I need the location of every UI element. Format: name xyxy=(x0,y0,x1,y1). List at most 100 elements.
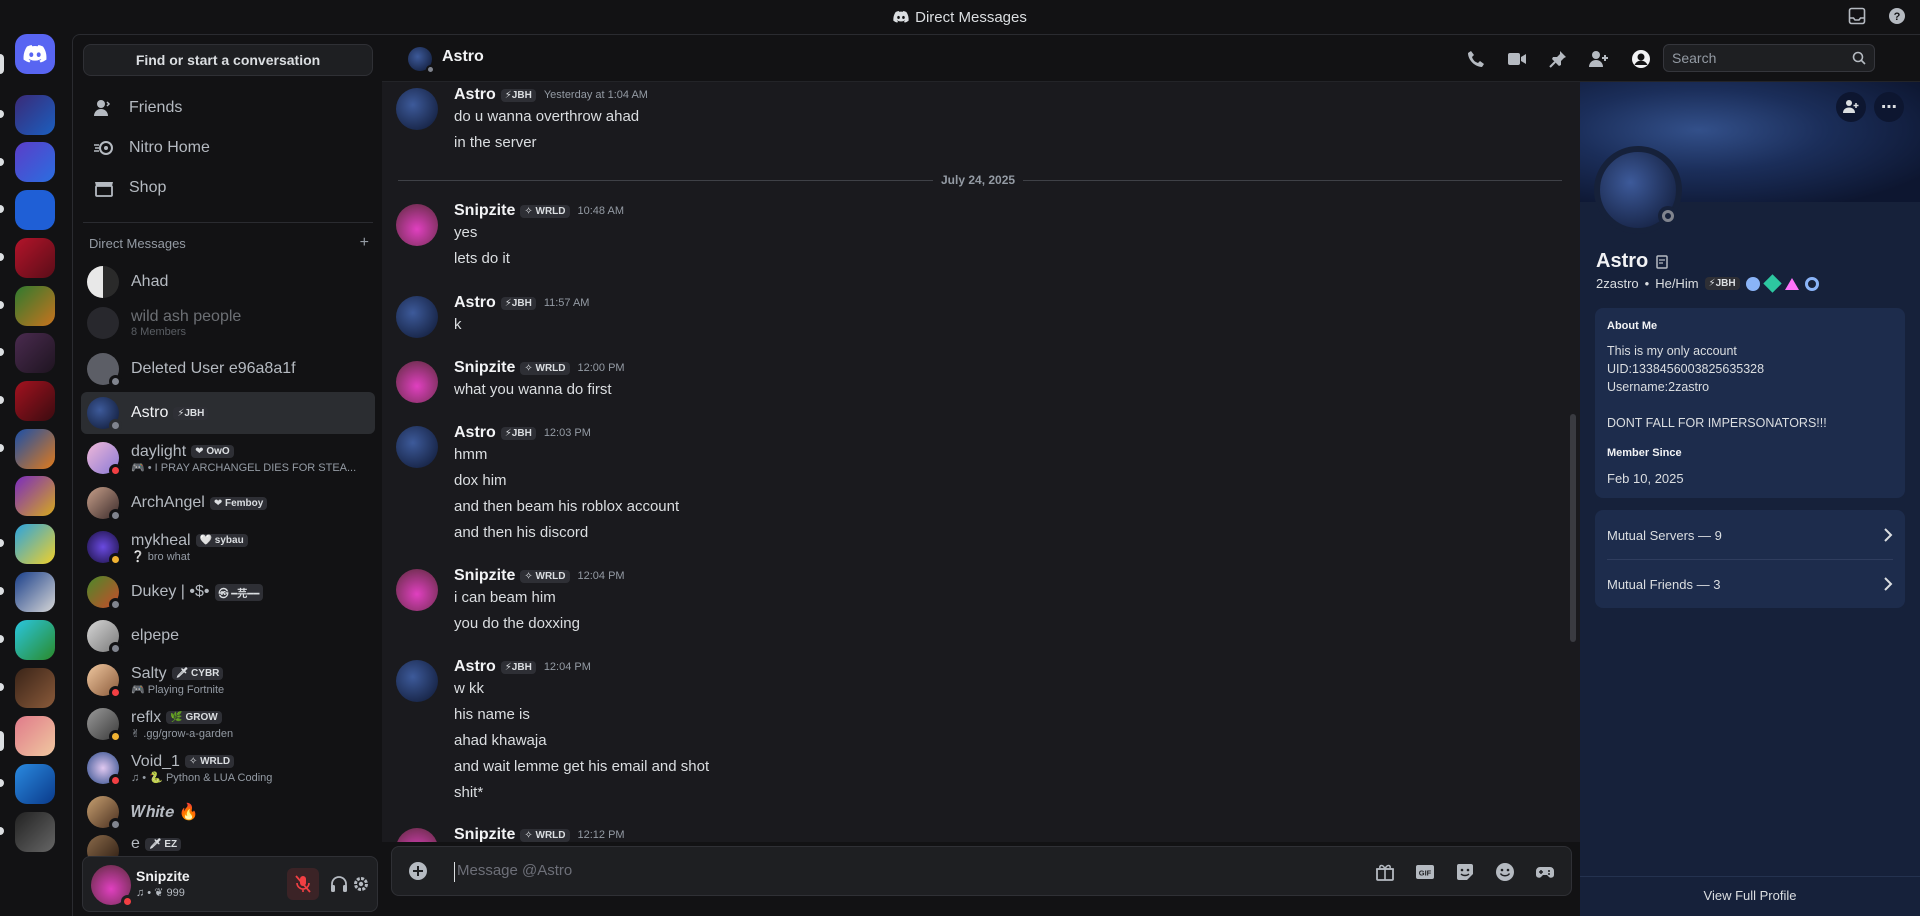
scrollbar-thumb[interactable] xyxy=(1570,414,1576,642)
server-icon[interactable] xyxy=(15,286,55,326)
server-icon[interactable] xyxy=(15,333,55,373)
activities-gamepad-icon[interactable] xyxy=(1535,862,1555,882)
dm-item-daylight[interactable]: daylight ❤ OwO 🎮 • I PRAY ARCHANGEL DIES F… xyxy=(81,437,375,479)
server-icon[interactable] xyxy=(15,381,55,421)
more-options-icon[interactable]: ⋯ xyxy=(1874,92,1904,122)
author-avatar[interactable] xyxy=(396,361,438,403)
message-text: w kk xyxy=(454,680,484,697)
nitro-badge-icon xyxy=(1762,274,1782,293)
server-icon[interactable] xyxy=(15,668,55,708)
author-name[interactable]: Snipzite xyxy=(454,567,515,585)
author-name[interactable]: Astro xyxy=(454,424,496,442)
user-profile-icon[interactable] xyxy=(1631,49,1651,69)
server-icon[interactable] xyxy=(15,142,55,182)
author-name[interactable]: Astro xyxy=(454,294,496,312)
shop-icon xyxy=(93,179,115,197)
find-conversation-button[interactable]: Find or start a conversation xyxy=(83,44,373,76)
dm-item-e[interactable]: e 🗡 EZ xyxy=(81,835,375,857)
nav-nitro-home[interactable]: Nitro Home xyxy=(81,129,375,167)
message-text: hmm xyxy=(454,446,488,463)
profile-avatar[interactable] xyxy=(1594,146,1682,234)
server-icon[interactable] xyxy=(15,716,55,756)
server-icon[interactable] xyxy=(15,764,55,804)
dm-item-astro[interactable]: Astro ⚡JBH xyxy=(81,392,375,434)
author-name[interactable]: Astro xyxy=(454,658,496,676)
server-icon[interactable] xyxy=(15,95,55,135)
header-username[interactable]: Astro xyxy=(442,48,484,66)
dm-item-salty[interactable]: Salty 🗡 CYBR 🎮 Playing Fortnite xyxy=(81,659,375,701)
dm-item-reflx[interactable]: reflx 🌿 GROW ✌ .gg/grow-a-garden xyxy=(81,703,375,745)
author-avatar[interactable] xyxy=(396,426,438,468)
clan-tag: ⚡JBH xyxy=(173,406,209,420)
author-avatar[interactable] xyxy=(396,204,438,246)
server-icon[interactable] xyxy=(15,190,55,230)
author-name[interactable]: Snipzite xyxy=(454,359,515,377)
user-avatar[interactable] xyxy=(91,865,134,908)
divider xyxy=(83,222,373,223)
sticker-icon[interactable] xyxy=(1455,862,1475,882)
dm-item-mykheal[interactable]: mykheal 🤍 sybau ❔ bro what xyxy=(81,526,375,568)
svg-text:GIF: GIF xyxy=(1419,869,1432,878)
author-name[interactable]: Astro xyxy=(454,86,496,104)
add-dm-plus-icon[interactable]: + xyxy=(360,235,369,251)
note-icon[interactable] xyxy=(1656,254,1670,269)
message-input[interactable]: Message @Astro xyxy=(454,862,1254,882)
attach-plus-icon[interactable] xyxy=(408,861,428,881)
dm-item-deleted-user[interactable]: Deleted User e96a8a1f xyxy=(81,348,375,390)
gift-icon[interactable] xyxy=(1375,862,1395,882)
author-avatar[interactable] xyxy=(396,660,438,702)
gif-icon[interactable]: GIF xyxy=(1415,862,1435,882)
message-text: dox him xyxy=(454,472,507,489)
home-button[interactable] xyxy=(15,34,55,74)
dm-item-elpepe[interactable]: elpepe xyxy=(81,615,375,657)
mutual-friends-row[interactable]: Mutual Friends — 3 xyxy=(1595,560,1905,608)
timestamp: Yesterday at 1:04 AM xyxy=(543,89,648,101)
dm-item-ahad[interactable]: Ahad xyxy=(81,261,375,303)
dm-name: Dukey | •$• xyxy=(131,583,210,600)
video-call-icon[interactable] xyxy=(1507,51,1527,67)
dm-item-dukey[interactable]: Dukey | •$• ㉿ ━芫━━ xyxy=(81,571,375,613)
clan-tag: ⚡JBH xyxy=(500,88,536,102)
help-icon[interactable]: ? xyxy=(1888,7,1906,25)
server-icon[interactable] xyxy=(15,572,55,612)
divider xyxy=(1580,876,1920,877)
author-avatar[interactable] xyxy=(396,828,438,842)
author-avatar[interactable] xyxy=(396,569,438,611)
view-full-profile-link[interactable]: View Full Profile xyxy=(1580,888,1920,903)
author-name[interactable]: Snipzite xyxy=(454,826,515,842)
server-icon[interactable] xyxy=(15,476,55,516)
mute-microphone-icon[interactable] xyxy=(287,868,319,900)
server-icon[interactable] xyxy=(15,620,55,660)
search-input[interactable]: Search xyxy=(1663,44,1875,72)
pinned-messages-icon[interactable] xyxy=(1549,50,1567,68)
add-friends-to-dm-icon[interactable] xyxy=(1589,50,1609,68)
voice-call-icon[interactable] xyxy=(1467,50,1485,68)
server-icon[interactable] xyxy=(15,812,55,852)
server-icon[interactable] xyxy=(15,429,55,469)
status-offline xyxy=(109,375,122,388)
nav-shop[interactable]: Shop xyxy=(81,169,375,207)
server-icon[interactable] xyxy=(15,524,55,564)
nav-friends[interactable]: Friends xyxy=(81,89,375,127)
add-friend-icon[interactable] xyxy=(1836,92,1866,122)
dm-item-white[interactable]: 𝑾𝒉𝒊𝒕𝒆 🔥 xyxy=(81,791,375,833)
window-title: Direct Messages xyxy=(915,8,1027,26)
timestamp: 12:04 PM xyxy=(577,570,625,582)
author-avatar[interactable] xyxy=(396,296,438,338)
server-icon[interactable] xyxy=(15,238,55,278)
mutual-servers-row[interactable]: Mutual Servers — 9 xyxy=(1595,511,1905,559)
profile-pronouns: He/Him xyxy=(1655,276,1699,291)
dm-name: mykheal xyxy=(131,531,191,549)
dm-item-archangel[interactable]: ArchAngel ❤ Femboy xyxy=(81,482,375,524)
profile-username: 2zastro xyxy=(1596,276,1639,291)
emoji-icon[interactable] xyxy=(1495,862,1515,882)
author-name[interactable]: Snipzite xyxy=(454,202,515,220)
inbox-icon[interactable] xyxy=(1848,7,1866,25)
boost-badge-icon xyxy=(1784,277,1799,290)
dm-name: 𝑾𝒉𝒊𝒕𝒆 🔥 xyxy=(131,804,199,821)
avatar xyxy=(87,752,122,787)
settings-gear-icon[interactable] xyxy=(345,868,377,900)
author-avatar[interactable] xyxy=(396,88,438,130)
dm-item-wild-ash-people[interactable]: wild ash people 8 Members xyxy=(81,302,375,344)
dm-item-void[interactable]: Void_1 ✧ WRLD ♫ • 🐍 Python & LUA Coding xyxy=(81,747,375,789)
